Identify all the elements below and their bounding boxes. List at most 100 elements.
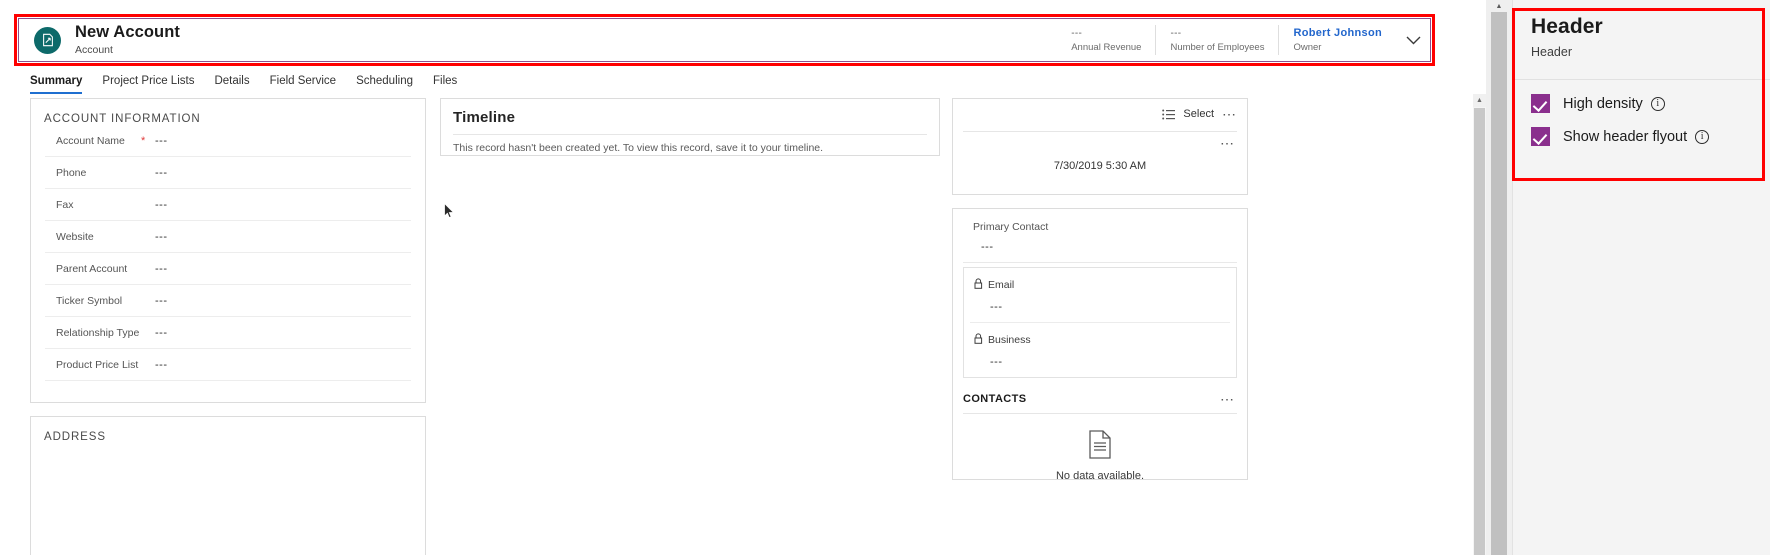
tab-project-price-lists[interactable]: Project Price Lists [92,74,204,94]
address-card: ADDRESS [30,416,426,555]
window-vertical-scrollbar[interactable]: ▲ [1486,0,1512,555]
primary-contact-card: Primary Contact --- Email --- Business -… [952,208,1248,482]
field-value[interactable]: --- [155,327,168,339]
contacts-subgrid-header: CONTACTS ⋯ [953,378,1247,406]
content-vertical-scrollbar[interactable]: ▲ [1473,94,1486,555]
lock-icon [974,276,983,294]
more-options-icon[interactable]: ⋯ [1220,392,1235,406]
primary-contact-value[interactable]: --- [953,233,1247,253]
header-field-number-of-employees[interactable]: --- Number of Employees [1155,25,1278,55]
properties-panel: Header Header High density i Show header… [1512,0,1770,555]
field-row-product-price-list[interactable]: Product Price List --- [45,349,411,381]
field-value[interactable]: --- [155,295,168,307]
field-value[interactable]: --- [155,231,168,243]
properties-header: Header Header [1513,0,1770,59]
section-title-address: ADDRESS [44,431,106,443]
more-options-icon[interactable]: ⋯ [1222,107,1237,121]
record-row-toolbar: ⋯ [953,132,1247,150]
checkbox-row-high-density[interactable]: High density i [1513,80,1770,113]
contacts-empty-state: No data available. [953,414,1247,482]
screenshot-root: New Account Account --- Annual Revenue -… [0,0,1770,555]
field-row-parent-account[interactable]: Parent Account --- [45,253,411,285]
field-row-fax[interactable]: Fax --- [45,189,411,221]
field-label: Phone [56,166,87,179]
timeline-card: Timeline This record hasn't been created… [440,98,940,156]
scrollbar-thumb[interactable] [1474,108,1485,555]
header-field-label: Number of Employees [1170,41,1265,53]
timeline-empty-message: This record hasn't been created yet. To … [453,142,824,154]
main-app-area: New Account Account --- Annual Revenue -… [0,0,1486,555]
field-value[interactable]: --- [155,359,168,371]
header-field-value: --- [1071,27,1083,39]
mouse-cursor [444,202,455,224]
field-label: Website [56,230,94,243]
tab-summary[interactable]: Summary [28,74,92,94]
primary-contact-label: Primary Contact [973,221,1049,233]
required-indicator: * [141,134,146,147]
email-value: --- [990,301,1003,313]
header-field-value: --- [1170,27,1182,39]
field-row-website[interactable]: Website --- [45,221,411,253]
business-value: --- [990,356,1003,368]
account-icon [34,26,61,54]
list-select-icon[interactable] [1162,109,1176,120]
properties-subheading: Header [1531,45,1572,59]
email-label: Email [988,279,1015,291]
primary-contact-divider [963,262,1237,263]
contact-details-box: Email --- Business --- [963,267,1237,378]
info-icon[interactable]: i [1695,129,1710,144]
field-label: Fax [56,198,74,211]
checkbox-label: High density [1563,95,1643,112]
page-title: New Account [75,23,180,41]
checkbox-label: Show header flyout [1563,128,1688,145]
document-empty-icon [1088,430,1112,463]
form-body: ACCOUNT INFORMATION Account Name * --- P… [0,94,1486,555]
email-field-header: Email [964,268,1236,294]
field-label: Relationship Type [56,326,140,339]
checkbox-show-header-flyout[interactable] [1531,127,1550,146]
select-card: Select ⋯ ⋯ 7/30/2019 5:30 AM [952,98,1248,195]
select-button-label[interactable]: Select [1183,108,1214,120]
owner-link[interactable]: Robert Johnson [1293,27,1382,40]
field-value[interactable]: --- [155,199,168,211]
header-field-label: Annual Revenue [1071,41,1142,53]
select-toolbar: Select ⋯ [953,99,1247,129]
header-field-owner[interactable]: Robert Johnson Owner [1278,25,1396,55]
more-options-icon[interactable]: ⋯ [1220,136,1235,150]
business-label: Business [988,334,1031,346]
field-label: Ticker Symbol [56,294,123,307]
field-value[interactable]: --- [155,135,168,147]
checkbox-high-density[interactable] [1531,94,1550,113]
record-timestamp: 7/30/2019 5:30 AM [1053,160,1147,172]
info-icon[interactable]: i [1650,96,1665,111]
lock-icon [974,331,983,349]
chevron-down-icon[interactable] [1396,19,1430,61]
section-title-account-information: ACCOUNT INFORMATION [44,113,201,125]
account-information-card: ACCOUNT INFORMATION Account Name * --- P… [30,98,426,403]
field-row-phone[interactable]: Phone --- [45,157,411,189]
header-field-annual-revenue[interactable]: --- Annual Revenue [1057,25,1155,55]
record-header[interactable]: New Account Account --- Annual Revenue -… [18,18,1431,62]
tab-field-service[interactable]: Field Service [260,74,346,94]
scroll-up-icon[interactable]: ▲ [1491,0,1507,12]
scroll-up-icon[interactable]: ▲ [1473,94,1486,107]
tab-scheduling[interactable]: Scheduling [346,74,423,94]
header-field-label: Owner [1293,41,1322,53]
tab-files[interactable]: Files [423,74,467,94]
tab-details[interactable]: Details [204,74,259,94]
properties-heading: Header [1531,15,1603,38]
field-label: Account Name [56,134,125,147]
business-field-header: Business [964,323,1236,349]
field-value[interactable]: --- [155,263,168,275]
timeline-title: Timeline [453,109,516,126]
checkbox-row-show-header-flyout[interactable]: Show header flyout i [1513,113,1770,146]
field-row-relationship-type[interactable]: Relationship Type --- [45,317,411,349]
contacts-empty-text: No data available. [1055,470,1145,482]
scrollbar-thumb[interactable] [1491,12,1507,555]
field-value[interactable]: --- [155,167,168,179]
contacts-title: CONTACTS [963,393,1027,405]
field-row-account-name[interactable]: Account Name * --- [45,125,411,157]
field-label: Product Price List [56,358,139,371]
record-title-block: New Account Account [75,23,180,57]
field-row-ticker-symbol[interactable]: Ticker Symbol --- [45,285,411,317]
